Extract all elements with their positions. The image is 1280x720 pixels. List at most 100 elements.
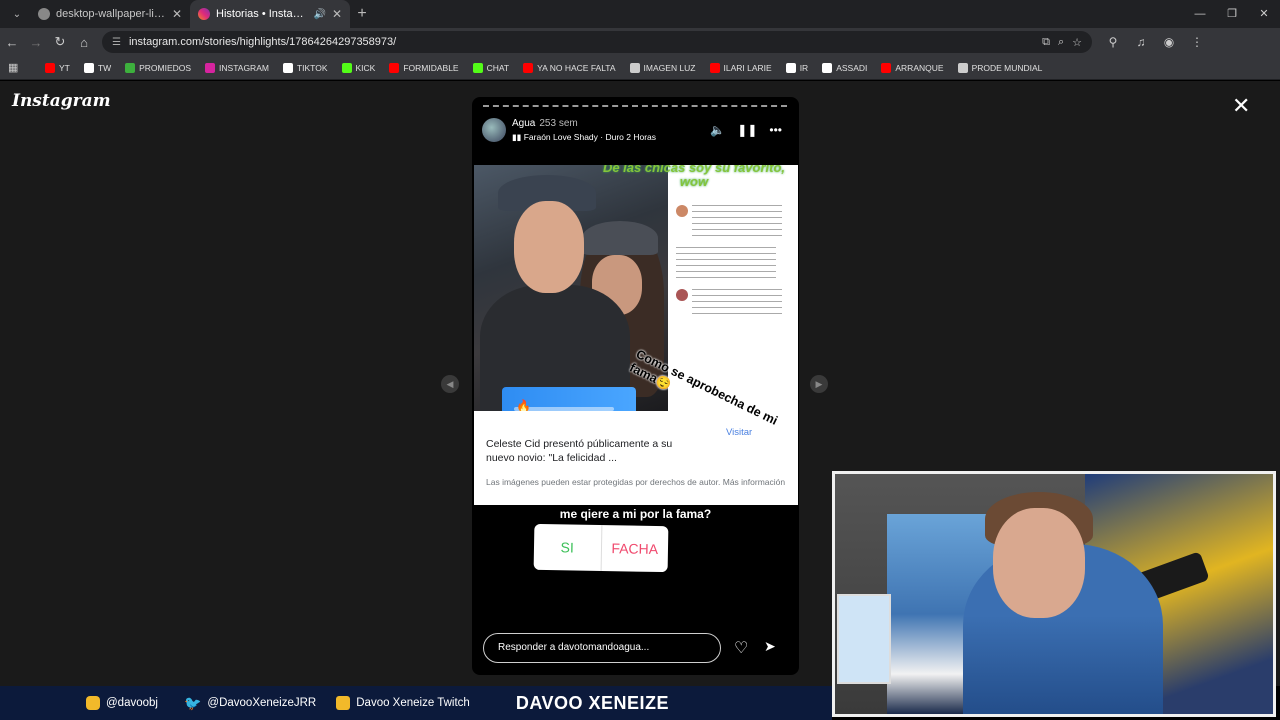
bookmark-label: ARRANQUE bbox=[895, 62, 944, 73]
footer-twitter-handle: @DavooXeneizeJRR bbox=[207, 697, 317, 709]
story-text-overlay: De las chicas soy su favorito, wow bbox=[602, 165, 786, 189]
bookmark-instagram[interactable]: INSTAGRAM bbox=[198, 62, 276, 73]
story-controls: 🔈 ❚❚ ••• bbox=[710, 123, 782, 137]
comment-text-lines bbox=[692, 289, 782, 319]
bookmark-favicon-icon bbox=[45, 62, 55, 73]
globe-icon bbox=[38, 8, 50, 20]
youtube-icon bbox=[336, 696, 351, 710]
story-viewer[interactable]: Agua 253 sem ▮▮ Faraón Love Shady · Duro … bbox=[472, 97, 799, 675]
bookmark-assadi[interactable]: ASSADI bbox=[815, 62, 874, 73]
media-control-icon[interactable]: ♫ bbox=[1130, 35, 1152, 49]
bookmark-star-icon[interactable]: ☆ bbox=[1072, 36, 1082, 49]
speaker-icon[interactable]: 🔊 bbox=[313, 9, 325, 20]
photo-figure bbox=[582, 221, 658, 255]
extensions-icon[interactable]: ⚲ bbox=[1102, 35, 1124, 49]
profile-avatar[interactable]: ◉ bbox=[1158, 35, 1180, 49]
bookmark-ya-no-hace-falta[interactable]: YA NO HACE FALTA bbox=[516, 62, 622, 73]
story-song: Faraón Love Shady · Duro 2 Horas bbox=[523, 131, 657, 142]
close-tab-icon[interactable]: ✕ bbox=[332, 7, 342, 21]
like-heart-icon[interactable]: ♡ bbox=[734, 638, 748, 658]
tab-title: desktop-wallpaper-light-yellow bbox=[56, 8, 166, 20]
close-window-icon[interactable]: ✕ bbox=[1248, 0, 1280, 28]
bookmark-label: IR bbox=[799, 62, 809, 73]
poll-sticker[interactable]: SI FACHA bbox=[533, 523, 669, 573]
bookmark-prode-mundial[interactable]: PRODE MUNDIAL bbox=[951, 62, 1050, 73]
story-progress-bar bbox=[483, 105, 787, 107]
instagram-icon bbox=[86, 696, 100, 710]
bookmark-list: YT TW PROMIEDOS INSTAGRAM TIKTOK KICK FORMIDAB… bbox=[38, 62, 1050, 73]
bookmark-tiktok[interactable]: TIKTOK bbox=[276, 62, 335, 73]
url-text[interactable]: instagram.com/stories/highlights/1786426… bbox=[129, 36, 1034, 48]
new-tab-button[interactable]: + bbox=[350, 5, 374, 23]
bookmark-kick[interactable]: KICK bbox=[335, 62, 383, 73]
comment-avatar bbox=[676, 289, 688, 301]
poll-option-yes[interactable]: SI bbox=[533, 523, 602, 572]
bookmark-favicon-icon bbox=[709, 62, 720, 73]
bookmark-label: TW bbox=[97, 62, 112, 73]
story-music[interactable]: ▮▮ Faraón Love Shady · Duro 2 Horas bbox=[512, 132, 710, 143]
footer-twitch-name: Davoo Xeneize Twitch bbox=[356, 697, 470, 709]
volume-icon[interactable]: 🔈 bbox=[710, 123, 725, 137]
send-icon[interactable]: ➤ bbox=[764, 638, 776, 655]
close-tab-icon[interactable]: ✕ bbox=[172, 7, 182, 21]
address-bar[interactable]: ☰ instagram.com/stories/highlights/17864… bbox=[102, 31, 1092, 53]
zoom-icon[interactable]: ⌕ bbox=[1058, 36, 1064, 49]
tab-wallpaper[interactable]: desktop-wallpaper-light-yellow ✕ bbox=[30, 0, 190, 28]
tab-search-icon[interactable]: ⌄ bbox=[4, 3, 30, 25]
bookmark-imagen-luz[interactable]: IMAGEN LUZ bbox=[623, 62, 703, 73]
pause-icon[interactable]: ❚❚ bbox=[737, 123, 757, 137]
caption-copyright: Las imágenes pueden estar protegidas por… bbox=[486, 477, 786, 487]
close-story-icon[interactable]: ✕ bbox=[1232, 95, 1250, 117]
story-timestamp: 253 sem bbox=[539, 117, 578, 129]
reply-input[interactable]: Responder a davotomandoagua... bbox=[483, 633, 721, 663]
stream-footer-bar: @davoobj 🐦 @DavooXeneizeJRR Davoo Xeneiz… bbox=[0, 686, 832, 720]
bookmark-favicon-icon bbox=[957, 62, 968, 73]
bookmark-arranque[interactable]: ARRANQUE bbox=[874, 62, 950, 73]
window-controls: — ❐ ✕ bbox=[1184, 0, 1280, 28]
bookmark-ir[interactable]: IR bbox=[779, 62, 816, 73]
comment-row bbox=[676, 247, 790, 281]
restore-icon[interactable]: ❐ bbox=[1216, 0, 1248, 28]
site-info-icon[interactable]: ☰ bbox=[112, 37, 121, 48]
poll-question: me qiere a mi por la fama? bbox=[559, 507, 712, 521]
forward-icon[interactable]: → bbox=[24, 35, 48, 50]
reload-icon[interactable]: ↻ bbox=[48, 34, 72, 50]
bookmark-label: KICK bbox=[355, 62, 376, 73]
minimize-icon[interactable]: — bbox=[1184, 0, 1216, 28]
back-icon[interactable]: ← bbox=[0, 35, 24, 50]
install-app-icon[interactable]: ⧉ bbox=[1042, 36, 1050, 49]
instagram-logo[interactable]: Instagram bbox=[12, 91, 111, 111]
instagram-icon bbox=[198, 8, 210, 20]
tab-strip: ⌄ desktop-wallpaper-light-yellow ✕ Histo… bbox=[0, 0, 1280, 28]
bookmark-label: INSTAGRAM bbox=[219, 62, 269, 73]
bookmark-ilari-larie[interactable]: ILARI LARIE bbox=[703, 62, 779, 73]
bookmark-tw[interactable]: TW bbox=[77, 62, 118, 73]
streamer-name: DAVOO XENEIZE bbox=[515, 692, 670, 713]
bookmark-favicon-icon bbox=[523, 62, 534, 73]
poll-option-no[interactable]: FACHA bbox=[601, 525, 668, 572]
bookmark-formidable[interactable]: FORMIDABLE bbox=[382, 62, 465, 73]
bookmark-chat[interactable]: CHAT bbox=[466, 62, 517, 73]
framed-jersey bbox=[837, 594, 891, 684]
comment-text-lines bbox=[676, 247, 776, 281]
menu-icon[interactable]: ⋮ bbox=[1186, 35, 1208, 49]
more-options-icon[interactable]: ••• bbox=[769, 123, 782, 137]
bookmark-promiedos[interactable]: PROMIEDOS bbox=[118, 62, 198, 73]
comment-row bbox=[676, 205, 790, 239]
story-username[interactable]: Agua bbox=[512, 118, 535, 129]
next-story-icon[interactable]: ▶ bbox=[810, 375, 828, 393]
avatar[interactable] bbox=[482, 118, 506, 142]
browser-toolbar: ← → ↻ ⌂ ☰ instagram.com/stories/highligh… bbox=[0, 28, 1280, 56]
comment-text-lines bbox=[692, 205, 782, 239]
twitter-bird-icon: 🐦 bbox=[183, 694, 202, 711]
bookmark-label: ASSADI bbox=[836, 62, 868, 73]
previous-story-icon[interactable]: ◀ bbox=[441, 375, 459, 393]
apps-grid-icon[interactable]: ▦ bbox=[8, 61, 30, 74]
bookmark-label: ILARI LARIE bbox=[723, 62, 772, 73]
footer-instagram: @davoobj bbox=[86, 696, 158, 710]
bookmark-favicon-icon bbox=[389, 62, 400, 73]
comment-row bbox=[676, 289, 790, 319]
tab-instagram[interactable]: Historias • Instagram 🔊 ✕ bbox=[190, 0, 350, 28]
bookmark-yt[interactable]: YT bbox=[38, 62, 77, 73]
home-icon[interactable]: ⌂ bbox=[72, 35, 96, 50]
